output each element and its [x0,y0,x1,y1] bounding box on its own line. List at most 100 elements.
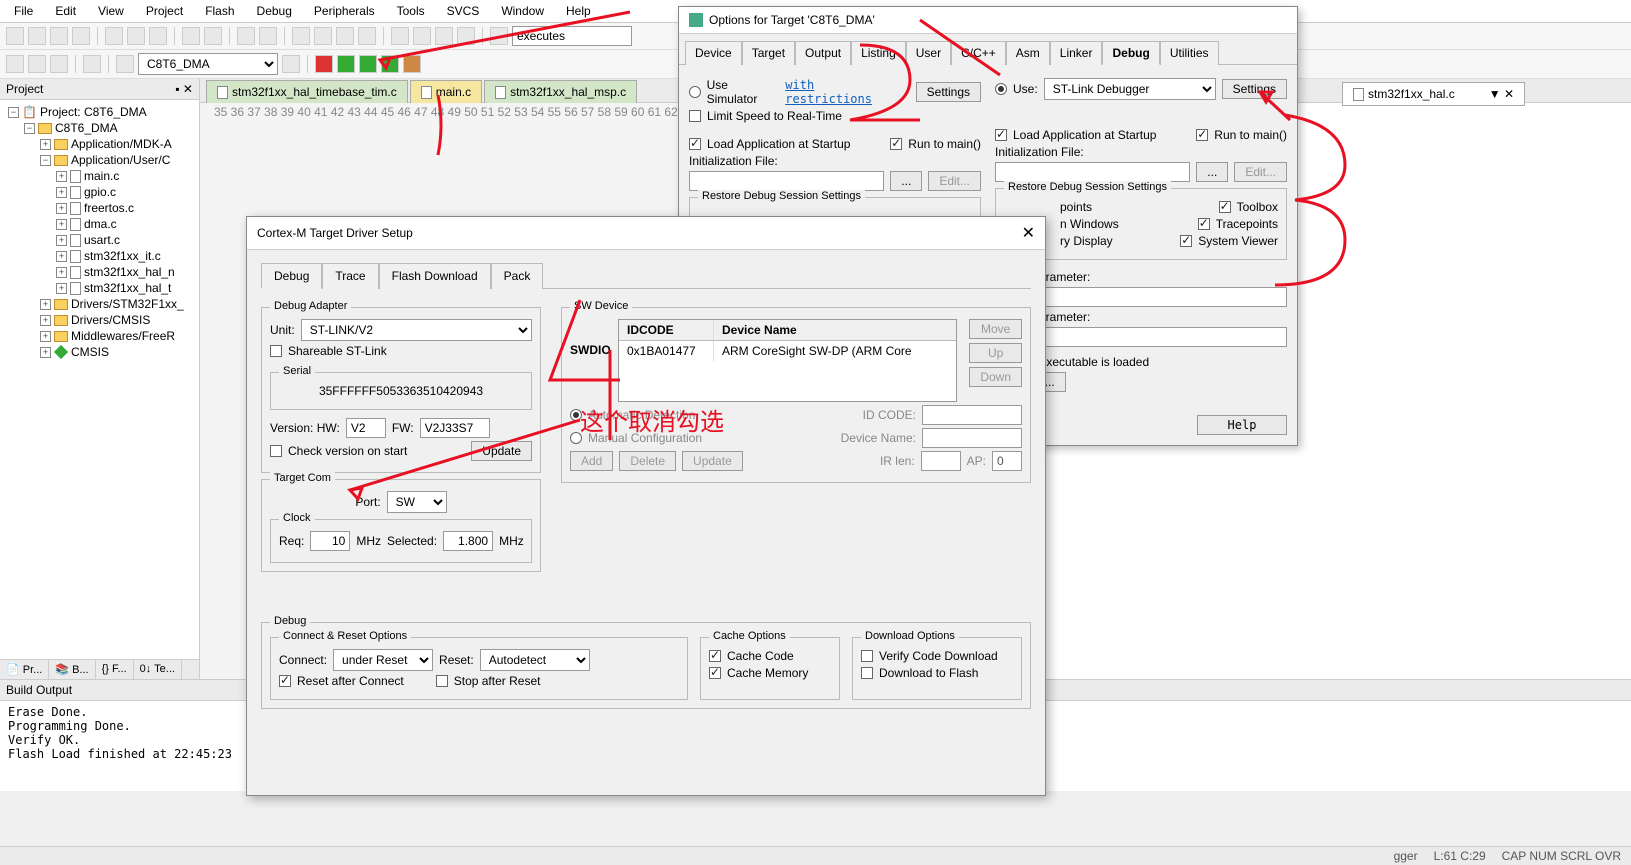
nav-fwd-icon[interactable] [259,27,277,45]
panel-buttons[interactable]: ▪ ✕ [175,82,193,96]
menu-tools[interactable]: Tools [389,2,433,20]
tab-hal-msp[interactable]: stm32f1xx_hal_msp.c [484,80,637,103]
tree-file[interactable]: +main.c [52,168,195,184]
tree-group[interactable]: +Application/MDK-A [36,136,195,152]
tree-file[interactable]: +dma.c [52,216,195,232]
tree-group[interactable]: +CMSIS [36,344,195,360]
menu-peripherals[interactable]: Peripherals [306,2,383,20]
build-icon[interactable] [6,55,24,73]
download-icon[interactable] [83,55,101,73]
btn-down[interactable]: Down [969,367,1022,387]
tab-linker[interactable]: Linker [1050,41,1103,65]
tree-group[interactable]: −Application/User/C [36,152,195,168]
tab-main[interactable]: main.c [410,80,482,103]
unit-select[interactable]: ST-LINK/V2 [301,319,532,341]
diamond1-icon[interactable] [359,55,377,73]
btab-functions[interactable]: {} F... [96,660,134,679]
ctab-debug[interactable]: Debug [261,263,322,289]
tree-root[interactable]: −📋Project: C8T6_DMA [4,104,195,120]
menu-svcs[interactable]: SVCS [439,2,488,20]
tree-file[interactable]: +freertos.c [52,200,195,216]
cut-icon[interactable] [105,27,123,45]
chk-stop-after[interactable] [436,675,448,687]
btn-update-sw[interactable]: Update [682,451,743,471]
menu-window[interactable]: Window [493,2,552,20]
chk-reset-after[interactable] [279,675,291,687]
menu-project[interactable]: Project [138,2,191,20]
save-all-icon[interactable] [72,27,90,45]
target-select[interactable]: C8T6_DMA [138,53,278,75]
copy-icon[interactable] [127,27,145,45]
link-restrictions[interactable]: with restrictions [785,78,903,106]
paste-icon[interactable] [149,27,167,45]
chk-cache-code[interactable] [709,650,721,662]
bookmark-clear-icon[interactable] [358,27,376,45]
tab-hal-right[interactable]: stm32f1xx_hal.c▼ ✕ [1342,82,1525,106]
chk-load-app-left[interactable] [689,138,701,150]
btab-books[interactable]: 📚 B... [49,660,95,679]
chk-toolbox[interactable] [1219,201,1231,213]
menu-debug[interactable]: Debug [249,2,300,20]
find-input[interactable] [512,26,632,46]
sw-row[interactable]: 0x1BA01477 ARM CoreSight SW-DP (ARM Core [619,341,956,361]
tab-output[interactable]: Output [795,41,851,65]
reset-select[interactable]: Autodetect [480,649,590,671]
uncomment-icon[interactable] [457,27,475,45]
chk-limit-speed[interactable] [689,110,701,122]
btn-move[interactable]: Move [969,319,1022,339]
btab-project[interactable]: 📄 Pr... [0,660,49,679]
chk-verify[interactable] [861,650,873,662]
rebuild-icon[interactable] [28,55,46,73]
tree-group[interactable]: +Middlewares/FreeR [36,328,195,344]
tree-file[interactable]: +stm32f1xx_hal_t [52,280,195,296]
btn-add[interactable]: Add [570,451,613,471]
btn-edit-left[interactable]: Edit... [928,171,981,191]
tree-file[interactable]: +stm32f1xx_it.c [52,248,195,264]
tree-group[interactable]: +Drivers/CMSIS [36,312,195,328]
project-tree[interactable]: −📋Project: C8T6_DMA −C8T6_DMA +Applicati… [0,100,199,659]
target-options-icon[interactable] [116,55,134,73]
undo-icon[interactable] [182,27,200,45]
open-icon[interactable] [28,27,46,45]
menu-file[interactable]: File [6,2,41,20]
btn-browse-right[interactable]: ... [1196,162,1228,182]
tab-device[interactable]: Device [685,41,742,65]
green-icon[interactable] [337,55,355,73]
init-file-right[interactable] [995,162,1190,182]
connect-select[interactable]: under Reset [333,649,433,671]
tab-ccpp[interactable]: C/C++ [951,41,1006,65]
port-select[interactable]: SW [387,491,447,513]
ctab-trace[interactable]: Trace [322,263,378,289]
radio-use-debugger[interactable] [995,83,1007,95]
btn-sim-settings[interactable]: Settings [916,82,981,102]
manage-icon[interactable] [282,55,300,73]
tab-utilities[interactable]: Utilities [1160,41,1219,65]
indent-icon[interactable] [391,27,409,45]
bookmark-next-icon[interactable] [336,27,354,45]
btn-help[interactable]: Help [1197,415,1287,435]
chk-run-main-right[interactable] [1196,129,1208,141]
init-file-left[interactable] [689,171,884,191]
tab-hal-timebase[interactable]: stm32f1xx_hal_timebase_tim.c [206,80,408,103]
chk-sysviewer[interactable] [1180,235,1192,247]
build-batch-icon[interactable] [50,55,68,73]
param1[interactable] [1023,287,1287,307]
bookmark-prev-icon[interactable] [314,27,332,45]
save-icon[interactable] [50,27,68,45]
menu-help[interactable]: Help [558,2,599,20]
tab-debug[interactable]: Debug [1102,41,1159,65]
tree-file[interactable]: +stm32f1xx_hal_n [52,264,195,280]
menu-flash[interactable]: Flash [197,2,242,20]
btn-update-fw[interactable]: Update [471,441,532,461]
outdent-icon[interactable] [413,27,431,45]
diamond2-icon[interactable] [381,55,399,73]
btn-up[interactable]: Up [969,343,1022,363]
btn-browse-left[interactable]: ... [890,171,922,191]
radio-use-simulator[interactable] [689,86,701,98]
red-icon[interactable] [315,55,333,73]
clock-req[interactable] [310,531,350,551]
menu-edit[interactable]: Edit [47,2,84,20]
chk-dl-flash[interactable] [861,667,873,679]
chk-run-main-left[interactable] [890,138,902,150]
chk-check-version[interactable] [270,445,282,457]
